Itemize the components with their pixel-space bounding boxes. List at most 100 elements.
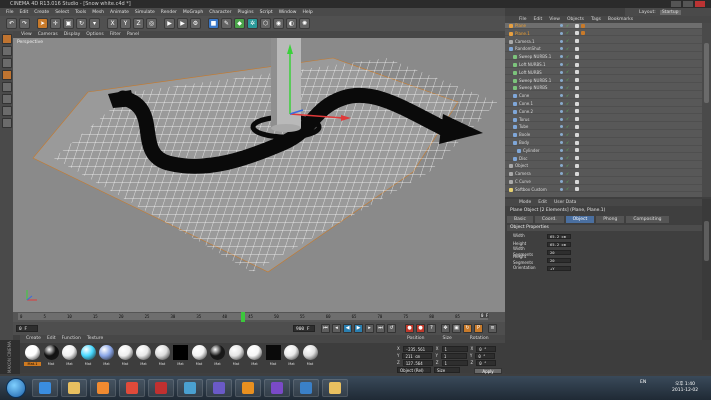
enabled-check-icon[interactable]: ✓ <box>566 39 570 43</box>
taskbar-premiere-icon[interactable] <box>264 379 290 397</box>
enabled-check-icon[interactable]: ✓ <box>566 132 570 137</box>
visibility-dot-icon[interactable] <box>560 63 563 66</box>
rotate-tool-icon[interactable]: ↻ <box>76 18 87 29</box>
material-tag-icon[interactable] <box>575 163 579 168</box>
menu-help[interactable]: Help <box>302 10 312 15</box>
material-swatch[interactable]: Mat <box>191 345 208 366</box>
render-settings-icon[interactable]: ⚙ <box>190 18 201 29</box>
end-frame-field[interactable]: 900 F <box>293 325 315 332</box>
menu-create[interactable]: Create <box>34 10 49 15</box>
camera-icon[interactable]: ◐ <box>286 18 297 29</box>
enabled-check-icon[interactable]: ✓ <box>566 78 570 82</box>
coord-size-field[interactable]: 1 <box>441 345 468 352</box>
tab-basic[interactable]: Basic <box>507 216 533 223</box>
object-row[interactable]: Boole ✓ <box>505 132 702 138</box>
material-menu-texture[interactable]: Texture <box>87 335 103 343</box>
enabled-check-icon[interactable]: ✓ <box>566 140 570 145</box>
objects-menu-file[interactable]: File <box>519 16 527 23</box>
object-row[interactable]: Body ✓ <box>505 140 702 146</box>
timeline-menu-icon[interactable]: ≡ <box>488 324 497 333</box>
x-axis-lock-icon[interactable]: X <box>107 18 118 29</box>
object-row[interactable]: Cone.1 ✓ <box>505 101 702 107</box>
menu-plugins[interactable]: Plugins <box>238 10 254 15</box>
enabled-check-icon[interactable]: ✓ <box>566 109 570 113</box>
material-swatch[interactable]: Mat <box>98 345 115 366</box>
menu-simulate[interactable]: Simulate <box>135 10 155 15</box>
object-row[interactable]: Cone ✓ <box>505 93 702 99</box>
polygons-mode-icon[interactable] <box>1 94 12 104</box>
taskbar-internet-explorer-icon[interactable] <box>32 379 58 397</box>
timeline-ruler[interactable]: 051015202530354045505560657075808590 <box>18 313 488 320</box>
move-tool-icon[interactable]: ✛ <box>50 18 61 29</box>
objects-menu-objects[interactable]: Objects <box>567 16 584 23</box>
objects-menu-tags[interactable]: Tags <box>591 16 601 23</box>
material-tag-icon[interactable] <box>575 46 579 51</box>
nurbs-icon[interactable]: ◆ <box>234 18 245 29</box>
taskbar-adobe-acrobat-icon[interactable] <box>148 379 174 397</box>
menu-script[interactable]: Script <box>260 10 273 15</box>
visibility-dot-icon[interactable] <box>560 141 563 144</box>
visibility-dot-icon[interactable] <box>560 55 563 59</box>
enabled-check-icon[interactable]: ✓ <box>566 54 570 59</box>
enabled-check-icon[interactable]: ✓ <box>566 124 570 129</box>
material-tag-icon[interactable] <box>575 78 579 83</box>
material-tag-icon[interactable] <box>575 140 579 145</box>
viewport-menu-panel[interactable]: Panel <box>127 31 139 38</box>
coord-size-field[interactable]: 1 <box>441 359 468 366</box>
menu-animate[interactable]: Animate <box>110 10 129 15</box>
coord-rotation-field[interactable]: 0 ° <box>476 345 497 352</box>
object-row[interactable]: Sweep NURBS.1 ✓ <box>505 54 702 60</box>
material-tag-icon[interactable] <box>575 117 579 122</box>
object-row[interactable]: Sweep NURBS.1 ✓ <box>505 78 702 84</box>
close-button[interactable] <box>695 1 705 7</box>
coordinate-system-icon[interactable]: ◎ <box>146 18 157 29</box>
visibility-dot-icon[interactable] <box>560 187 563 191</box>
enabled-check-icon[interactable]: ✓ <box>566 31 570 35</box>
visibility-dot-icon[interactable] <box>560 125 563 129</box>
object-row[interactable]: Camera.1 ✓ <box>505 39 702 45</box>
taskbar-chrome-icon[interactable] <box>119 379 145 397</box>
enabled-check-icon[interactable]: ✓ <box>566 156 570 160</box>
coord-rotation-field[interactable]: 0 ° <box>475 352 496 359</box>
visibility-dot-icon[interactable] <box>560 117 563 121</box>
enabled-check-icon[interactable]: ✓ <box>566 117 570 121</box>
material-swatch[interactable]: Mat <box>43 345 60 366</box>
scale-key-icon[interactable]: ▣ <box>452 324 461 333</box>
start-button-icon[interactable] <box>6 378 26 398</box>
object-row[interactable]: Sweep NURBS ✓ <box>505 85 702 91</box>
texture-mode-icon[interactable] <box>1 58 12 68</box>
material-swatch[interactable]: Mat <box>80 345 97 366</box>
property-value-field[interactable]: 65.2 cm <box>547 241 571 247</box>
material-swatch[interactable]: Mat <box>302 345 319 366</box>
visibility-dot-icon[interactable] <box>560 172 563 176</box>
go-to-start-icon[interactable]: ⏮ <box>321 324 330 333</box>
render-picture-viewer-icon[interactable]: ▶ <box>177 18 188 29</box>
visibility-dot-icon[interactable] <box>560 86 563 90</box>
maximize-button[interactable] <box>683 1 693 7</box>
material-swatch[interactable]: Mat <box>117 345 134 366</box>
scale-tool-icon[interactable]: ▣ <box>63 18 74 29</box>
material-tag-icon[interactable] <box>575 85 579 90</box>
menu-edit[interactable]: Edit <box>20 10 29 15</box>
viewport-menu-cameras[interactable]: Cameras <box>38 31 58 38</box>
object-row[interactable]: Plane ✓ <box>505 23 702 29</box>
enabled-check-icon[interactable]: ✓ <box>566 148 570 152</box>
prev-key-icon[interactable]: ◂ <box>332 324 341 333</box>
material-swatch[interactable]: Mat <box>154 345 171 366</box>
material-tag-icon[interactable] <box>575 54 579 59</box>
autokey-icon[interactable]: ● <box>416 324 425 333</box>
material-tag-icon[interactable] <box>575 124 579 129</box>
spline-tool-icon[interactable]: ✎ <box>221 18 232 29</box>
enabled-check-icon[interactable]: ✓ <box>566 93 570 98</box>
property-value-field[interactable]: 65.2 cm <box>547 233 571 239</box>
property-value-field[interactable]: +Y <box>547 265 571 271</box>
attribute-menu-user-data[interactable]: User Data <box>554 199 576 206</box>
visibility-dot-icon[interactable] <box>560 133 563 137</box>
material-swatch[interactable]: Mat <box>265 345 282 366</box>
viewport-menu-display[interactable]: Display <box>64 31 81 38</box>
material-swatch[interactable]: Mat <box>246 345 263 366</box>
texture-tag-icon[interactable] <box>581 23 585 28</box>
material-swatch[interactable]: Mat <box>228 345 245 366</box>
visibility-dot-icon[interactable] <box>560 39 563 43</box>
coord-size-field[interactable]: 1 <box>440 352 467 359</box>
